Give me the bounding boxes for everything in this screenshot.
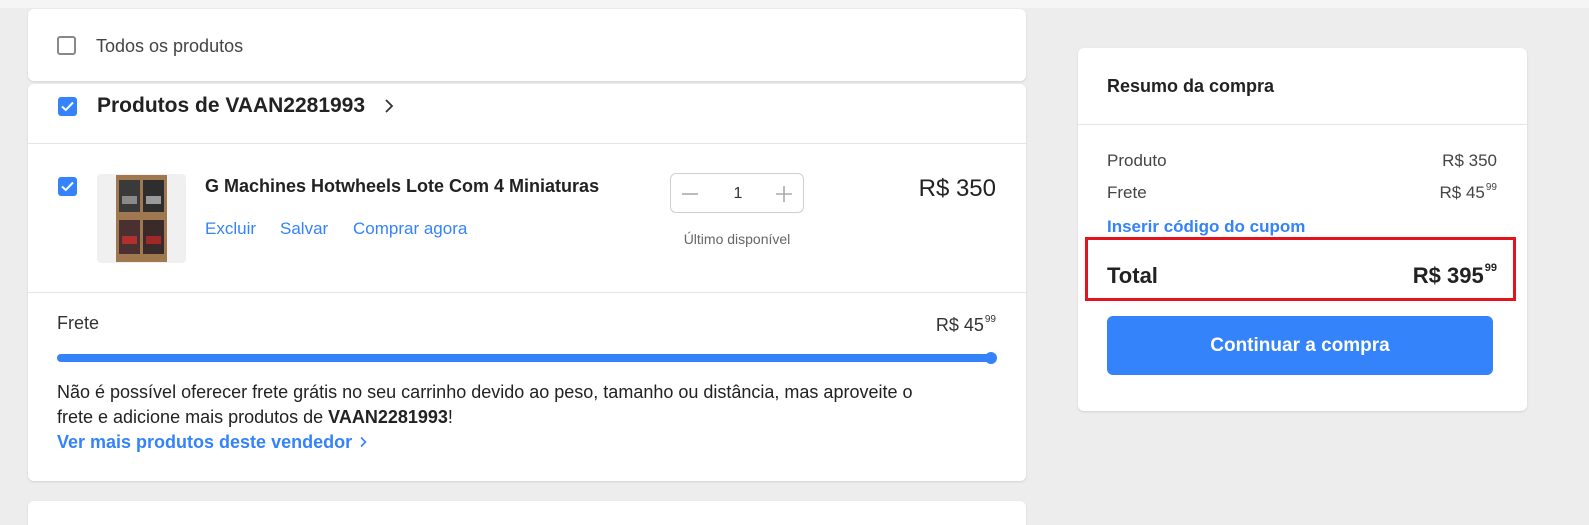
more-products-link[interactable]: Ver mais produtos deste vendedor: [57, 432, 367, 453]
product-image: [116, 175, 167, 262]
save-link[interactable]: Salvar: [280, 219, 328, 239]
shipping-message-end: !: [447, 407, 453, 427]
shipping-message-text: Não é possível oferecer frete grátis no …: [57, 382, 913, 427]
buy-now-link[interactable]: Comprar agora: [353, 219, 467, 239]
item-title[interactable]: G Machines Hotwheels Lote Com 4 Miniatur…: [205, 176, 599, 197]
select-all-card: Todos os produtos: [28, 9, 1026, 81]
summary-shipping-label: Frete: [1107, 183, 1147, 202]
shipping-price-main: R$ 45: [935, 315, 984, 335]
summary-total-cents: 99: [1484, 262, 1497, 274]
chevron-right-icon: [360, 436, 367, 448]
select-all-label[interactable]: Todos os produtos: [96, 36, 243, 57]
item-price: R$ 350: [918, 175, 996, 202]
summary-shipping-value: R$ 4599: [1439, 182, 1498, 203]
shipping-message: Não é possível oferecer frete grátis no …: [57, 380, 917, 430]
shipping-message-seller: VAAN2281993: [328, 407, 448, 427]
shipping-progress-fill: [57, 354, 995, 362]
more-products-label: Ver mais produtos deste vendedor: [57, 432, 353, 452]
seller-title[interactable]: Produtos de VAAN2281993: [97, 94, 365, 118]
cart-item-row: G Machines Hotwheels Lote Com 4 Miniatur…: [28, 144, 1026, 293]
shipping-price: R$ 4599: [935, 314, 996, 336]
quantity-stepper: 1: [670, 173, 804, 213]
summary-total-main: R$ 395: [1412, 263, 1484, 288]
item-checkbox[interactable]: [58, 177, 77, 196]
summary-total-label: Total: [1107, 263, 1158, 288]
summary-product-label: Produto: [1107, 151, 1167, 170]
cart-card: Produtos de VAAN2281993 G Machines Hotwh…: [28, 84, 1026, 481]
summary-total-value: R$ 39599: [1412, 262, 1497, 289]
summary-shipping-cents: 99: [1485, 182, 1497, 193]
select-all-checkbox[interactable]: [57, 36, 76, 55]
shipping-label: Frete: [57, 313, 100, 333]
product-thumbnail[interactable]: [97, 174, 186, 263]
summary-product-value: R$ 350: [1442, 151, 1497, 170]
shipping-section: Frete R$ 4599 Não é possível oferecer fr…: [28, 294, 1026, 480]
next-cart-card: [28, 501, 1026, 525]
chevron-right-icon[interactable]: [384, 98, 394, 119]
continue-purchase-button[interactable]: Continuar a compra: [1107, 316, 1493, 375]
shipping-progress-track: [57, 352, 997, 364]
seller-header: Produtos de VAAN2281993: [28, 84, 1026, 144]
shipping-progress-knob: [985, 352, 997, 364]
summary-title: Resumo da compra: [1107, 76, 1275, 96]
remove-link[interactable]: Excluir: [205, 219, 256, 239]
stock-note: Último disponível: [683, 231, 791, 247]
plus-icon[interactable]: [775, 185, 793, 208]
coupon-link[interactable]: Inserir código do cupom: [1107, 217, 1305, 237]
shipping-price-cents: 99: [984, 314, 996, 325]
summary-divider: [1078, 124, 1527, 125]
summary-card: Resumo da compra Produto R$ 350 Frete R$…: [1078, 48, 1527, 411]
seller-checkbox[interactable]: [58, 97, 77, 116]
summary-shipping-main: R$ 45: [1439, 183, 1485, 202]
top-background-strip: [0, 0, 1589, 8]
